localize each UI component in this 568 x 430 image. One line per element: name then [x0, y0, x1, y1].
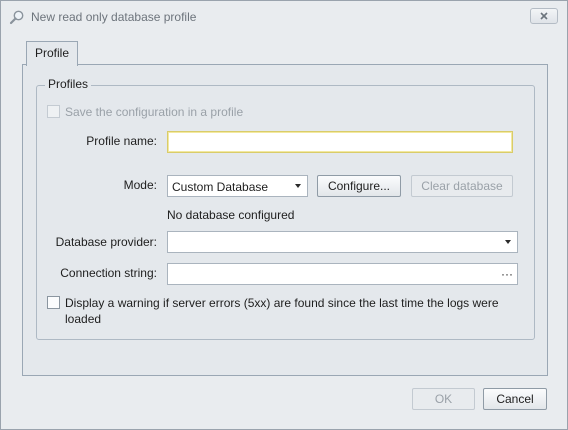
tab-profile[interactable]: Profile — [26, 41, 78, 66]
close-icon — [540, 12, 548, 20]
browse-ellipsis-button[interactable]: ··· — [501, 267, 513, 281]
database-provider-label: Database provider: — [55, 235, 157, 249]
database-provider-combobox[interactable] — [167, 231, 518, 253]
database-status-text: No database configured — [167, 208, 295, 222]
chevron-down-icon — [505, 240, 511, 244]
configure-button[interactable]: Configure... — [317, 175, 401, 197]
profiles-group-label: Profiles — [45, 77, 92, 91]
connection-string-input[interactable]: ··· — [167, 263, 518, 285]
ok-button[interactable]: OK — [412, 388, 475, 410]
magnifier-icon — [9, 10, 24, 25]
cancel-button[interactable]: Cancel — [483, 388, 547, 410]
save-profile-checkbox[interactable] — [47, 105, 60, 118]
server-error-warning-label-line2: loaded — [65, 312, 102, 326]
clear-database-button[interactable]: Clear database — [411, 175, 513, 197]
profile-name-input[interactable] — [167, 131, 513, 153]
mode-label: Mode: — [123, 178, 157, 192]
connection-string-label: Connection string: — [60, 266, 157, 280]
save-profile-label: Save the configuration in a profile — [65, 105, 244, 119]
profile-name-label: Profile name: — [86, 134, 157, 148]
server-error-warning-label-line1: Display a warning if server errors (5xx)… — [65, 296, 499, 310]
mode-combobox[interactable]: Custom Database — [167, 175, 308, 197]
dialog-window: New read only database profile Profile P… — [0, 0, 568, 430]
chevron-down-icon — [295, 184, 301, 188]
title-bar[interactable]: New read only database profile — [1, 1, 567, 31]
mode-selected-value: Custom Database — [172, 180, 269, 194]
window-title: New read only database profile — [31, 10, 197, 24]
server-error-warning-checkbox[interactable] — [47, 296, 60, 309]
close-button[interactable] — [530, 8, 558, 24]
